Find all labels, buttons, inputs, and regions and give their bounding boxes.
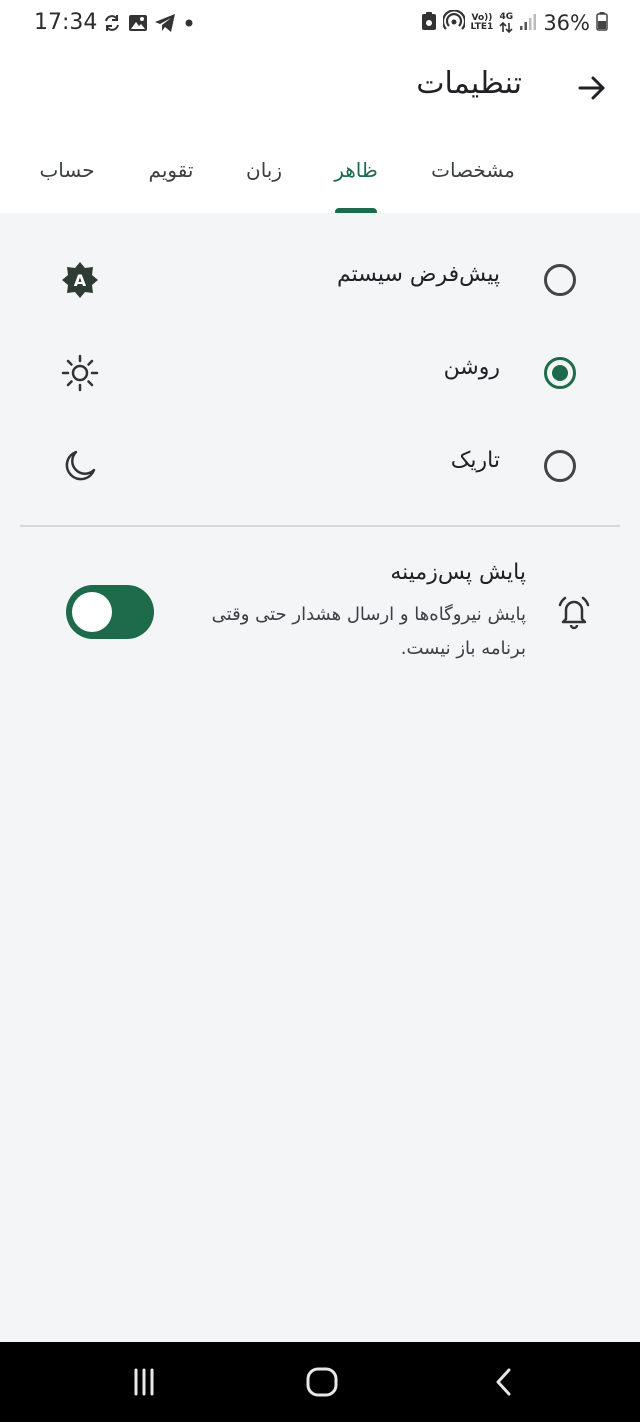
radio-button[interactable] <box>544 264 576 296</box>
alarm-bell-icon <box>554 592 594 632</box>
tab-active-indicator <box>335 208 377 213</box>
background-monitoring-title: پایش پس‌زمینه <box>390 560 526 585</box>
background-monitoring-toggle[interactable] <box>66 585 154 639</box>
battery-icon <box>596 11 608 35</box>
tab-label: مشخصات <box>431 158 515 182</box>
dot-icon <box>182 13 196 33</box>
app-bar: تنظیمات <box>0 46 640 130</box>
status-left-icons <box>102 12 196 34</box>
system-back-button[interactable] <box>484 1364 524 1400</box>
status-bar: 17:34 Vo)) LTE1 4G 36% <box>0 0 640 46</box>
option-label: پیش‌فرض سیستم <box>336 262 500 287</box>
hotspot-icon <box>441 9 466 36</box>
tab-bar: مشخصات ظاهر زبان تقویم حساب <box>0 130 640 213</box>
sun-icon <box>60 353 100 393</box>
option-label: روشن <box>443 355 500 380</box>
radio-button-selected[interactable] <box>544 357 576 389</box>
lock-file-icon <box>421 11 437 35</box>
recents-icon <box>134 1368 154 1396</box>
theme-option-dark[interactable]: تاریک <box>0 426 640 506</box>
back-button[interactable] <box>574 70 610 106</box>
recents-button[interactable] <box>124 1364 164 1400</box>
gallery-icon <box>128 13 148 33</box>
divider <box>20 525 620 527</box>
navigation-bar <box>0 1342 640 1422</box>
option-label: تاریک <box>450 448 500 473</box>
home-button[interactable] <box>302 1364 342 1400</box>
auto-brightness-icon: A <box>60 260 100 300</box>
signal-icon <box>519 11 537 35</box>
status-time: 17:34 <box>34 10 98 35</box>
radio-button[interactable] <box>544 450 576 482</box>
background-monitoring-description: پایش نیروگاه‌ها و ارسال هشدار حتی وقتی ب… <box>211 604 526 659</box>
status-right-icons: Vo)) LTE1 4G 36% <box>421 9 608 37</box>
back-chevron-icon <box>496 1368 511 1396</box>
theme-option-system[interactable]: پیش‌فرض سیستم A <box>0 240 640 320</box>
arrow-right-icon <box>578 76 605 100</box>
battery-percent: 36% <box>543 11 590 35</box>
toggle-knob <box>72 592 112 632</box>
tab-calendar[interactable]: تقویم <box>136 130 206 213</box>
theme-option-light[interactable]: روشن <box>0 333 640 413</box>
sync-icon <box>102 13 122 33</box>
svg-text:A: A <box>74 271 87 290</box>
tab-language[interactable]: زبان <box>232 130 296 213</box>
tab-appearance[interactable]: ظاهر <box>318 130 394 213</box>
tab-label: ظاهر <box>334 158 378 182</box>
tab-profile[interactable]: مشخصات <box>418 130 528 213</box>
tab-label: زبان <box>246 158 283 182</box>
moon-icon <box>60 446 100 486</box>
tab-label: حساب <box>39 158 95 182</box>
data-arrows-icon: 4G <box>499 13 513 33</box>
page-title: تنظیمات <box>416 66 522 101</box>
telegram-icon <box>154 13 176 33</box>
home-icon <box>306 1367 338 1397</box>
tab-account[interactable]: حساب <box>30 130 104 213</box>
volte-icon: Vo)) LTE1 <box>470 13 494 32</box>
tab-label: تقویم <box>148 158 194 182</box>
